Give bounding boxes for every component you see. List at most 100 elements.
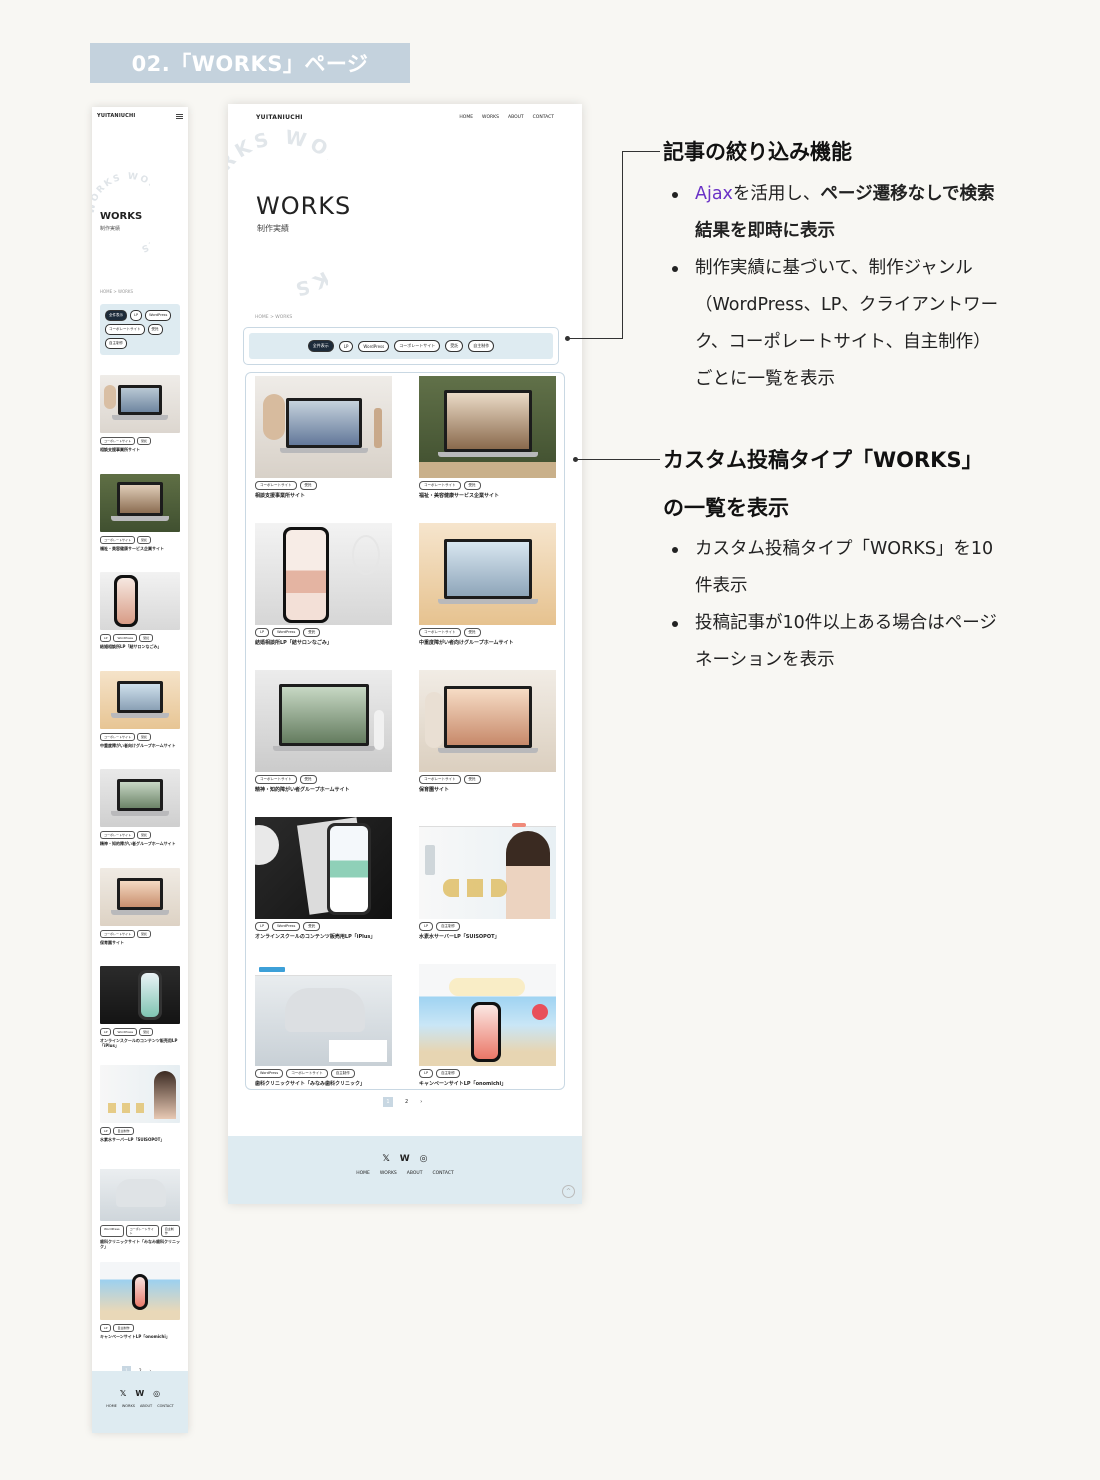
work-tag: WordPress: [272, 628, 301, 637]
github-icon[interactable]: ◎: [420, 1154, 428, 1164]
x-icon[interactable]: 𝕏: [120, 1389, 126, 1398]
work-tag: コーポレートサイト: [100, 929, 136, 938]
next-page-icon[interactable]: ›: [420, 1099, 422, 1105]
work-card[interactable]: LP 自主制作 水素水サーバーLP「SUISOPOT」: [419, 817, 556, 940]
work-card[interactable]: LP WordPress 受託 結婚相談所LP「結サロンなごみ」: [255, 523, 392, 646]
work-card[interactable]: コーポレートサイト 受託 福祉・美容健康サービス企業サイト: [419, 376, 556, 499]
work-card[interactable]: コーポレートサイト 受託 精神・知的障がい者グループホームサイト: [255, 670, 392, 793]
work-title: 保育園サイト: [419, 787, 450, 793]
breadcrumb[interactable]: HOME > WORKS: [255, 315, 292, 320]
mobile-footer: 𝕏 W ◎ HOME WORKS ABOUT CONTACT: [92, 1371, 188, 1433]
work-title: 相談支援事業所サイト: [255, 493, 306, 499]
footer-nav-about[interactable]: ABOUT: [407, 1171, 423, 1176]
work-card[interactable]: WordPress コーポレートサイト 自主制作 歯科クリニックサイト「みなみ歯科ク…: [100, 1163, 180, 1262]
work-card[interactable]: LP WordPress 受託 オンラインスクールのコンテンツ販売用LP「iPlus…: [100, 966, 180, 1065]
hamburger-menu-icon[interactable]: [176, 113, 183, 119]
work-tag: 自主制作: [436, 1069, 461, 1078]
filter-chip-contract[interactable]: 受託: [147, 324, 163, 335]
work-card[interactable]: WordPress コーポレートサイト 自主制作 歯科クリニックサイト「みなみ歯科ク…: [255, 964, 392, 1087]
work-card[interactable]: コーポレートサイト 受託 相談支援事業所サイト: [100, 375, 180, 474]
work-tag: 受託: [299, 481, 317, 490]
filter-chip-wordpress[interactable]: WordPress: [358, 340, 390, 352]
filter-chip-lp[interactable]: LP: [338, 340, 354, 352]
work-card[interactable]: コーポレートサイト 受託 保育園サイト: [419, 670, 556, 793]
work-tag: 受託: [137, 535, 152, 544]
filter-chip-contract[interactable]: 受託: [445, 340, 464, 352]
footer-nav-works[interactable]: WORKS: [380, 1171, 397, 1176]
x-icon[interactable]: 𝕏: [382, 1154, 389, 1164]
annotation-filter-list: Ajaxを活用し、ページ遷移なしで検索 結果を即時に表示 制作実績に基づいて、制作…: [663, 176, 1043, 398]
work-thumbnail: [419, 376, 556, 478]
connector-line: [575, 459, 660, 460]
work-tag: コーポレートサイト: [100, 831, 136, 839]
filter-chip-corporate[interactable]: コーポレートサイト: [394, 340, 441, 352]
footer-nav-about[interactable]: ABOUT: [140, 1404, 152, 1408]
work-card[interactable]: コーポレートサイト 受託 中重度障がい者向けグループホームサイト: [419, 523, 556, 646]
work-tag: 受託: [137, 831, 152, 839]
nav-home[interactable]: HOME: [459, 115, 473, 120]
annotation-bullet: 制作実績に基づいて、制作ジャンル （WordPress、LP、クライアントワー ク、…: [663, 250, 1043, 398]
work-card[interactable]: LP 自主制作 キャンペーンサイトLP「onomichi」: [100, 1261, 180, 1361]
footer-nav-home[interactable]: HOME: [356, 1171, 370, 1176]
work-title: 中重度障がい者向けグループホームサイト: [419, 640, 514, 646]
footer-nav-contact[interactable]: CONTACT: [432, 1171, 453, 1176]
work-card[interactable]: コーポレートサイト 受託 保育園サイト: [100, 867, 180, 967]
work-tag: 自主制作: [160, 1225, 180, 1237]
annotation-filter-heading: 記事の絞り込み機能: [663, 140, 852, 164]
mobile-header: YUITANIUCHI: [92, 107, 188, 125]
mobile-hero-title: WORKS: [100, 211, 143, 222]
connector-line: [622, 151, 623, 339]
connector-line: [567, 338, 623, 339]
work-card[interactable]: LP 自主制作 水素水サーバーLP「SUISOPOT」: [100, 1064, 180, 1164]
work-thumbnail: [100, 1064, 180, 1123]
work-tag: コーポレートサイト: [419, 775, 461, 784]
site-footer: 𝕏 W ◎ HOME WORKS ABOUT CONTACT ^: [228, 1136, 582, 1204]
filter-chip-all[interactable]: 全件表示: [307, 340, 334, 352]
filter-chip-corporate[interactable]: コーポレートサイト: [105, 324, 145, 335]
nav-contact[interactable]: CONTACT: [533, 115, 554, 120]
page-title: 02.「WORKS」ページ: [131, 52, 369, 76]
back-to-top-icon[interactable]: ^: [562, 1185, 575, 1198]
work-title: キャンペーンサイトLP「onomichi」: [100, 1333, 170, 1339]
work-tag: WordPress: [255, 1069, 284, 1078]
work-tag: 受託: [137, 437, 152, 445]
work-card[interactable]: コーポレートサイト 受託 中重度障がい者向けグループホームサイト: [100, 670, 180, 770]
work-card[interactable]: コーポレートサイト 受託 福祉・美容健康サービス企業サイト: [100, 473, 180, 573]
filter-chip-self[interactable]: 自主制作: [468, 340, 495, 352]
work-tag: 受託: [463, 775, 481, 784]
work-card[interactable]: LP WordPress 受託 オンラインスクールのコンテンツ販売用LP「iPlus…: [255, 817, 392, 940]
work-thumbnail: [255, 670, 392, 772]
mobile-hero: WORKS WORKS WORKS WORKS 制作実績: [92, 125, 188, 295]
work-tag: コーポレートサイト: [255, 775, 297, 784]
work-tag: WordPress: [113, 1028, 138, 1036]
wordpress-icon[interactable]: W: [400, 1154, 410, 1164]
page-title-badge: 02.「WORKS」ページ: [90, 43, 410, 83]
work-card[interactable]: コーポレートサイト 受託 精神・知的障がい者グループホームサイト: [100, 769, 180, 868]
footer-nav-home[interactable]: HOME: [106, 1404, 117, 1408]
global-nav: HOME WORKS ABOUT CONTACT: [459, 115, 554, 120]
footer-nav-contact[interactable]: CONTACT: [157, 1404, 174, 1408]
page-2-button[interactable]: 2: [405, 1099, 408, 1105]
nav-about[interactable]: ABOUT: [508, 115, 524, 120]
work-tag: 受託: [299, 775, 317, 784]
site-logo[interactable]: YUITANIUCHI: [256, 114, 303, 121]
filter-chip-wordpress[interactable]: WordPress: [145, 310, 172, 321]
footer-nav-works[interactable]: WORKS: [122, 1404, 135, 1408]
github-icon[interactable]: ◎: [153, 1389, 160, 1398]
mobile-logo[interactable]: YUITANIUCHI: [97, 113, 135, 119]
work-tag: LP: [255, 628, 270, 637]
wordpress-icon[interactable]: W: [135, 1389, 144, 1398]
work-card[interactable]: コーポレートサイト 受託 相談支援事業所サイト: [255, 376, 392, 499]
work-card[interactable]: LP WordPress 受託 結婚相談所LP「結サロンなごみ」: [100, 572, 180, 671]
work-tag: LP: [100, 1323, 112, 1332]
nav-works[interactable]: WORKS: [482, 115, 499, 120]
page-1-button[interactable]: 1: [383, 1097, 393, 1107]
work-card[interactable]: LP 自主制作 キャンペーンサイトLP「onomichi」: [419, 964, 556, 1087]
work-thumbnail: [255, 523, 392, 625]
work-title: オンラインスクールのコンテンツ販売用LP「iPlus」: [255, 934, 376, 940]
work-tag: 受託: [137, 732, 152, 741]
filter-chip-self[interactable]: 自主制作: [105, 338, 127, 349]
filter-chip-lp[interactable]: LP: [130, 310, 143, 321]
work-tag: 自主制作: [436, 922, 461, 931]
filter-chip-all[interactable]: 全件表示: [105, 310, 127, 321]
